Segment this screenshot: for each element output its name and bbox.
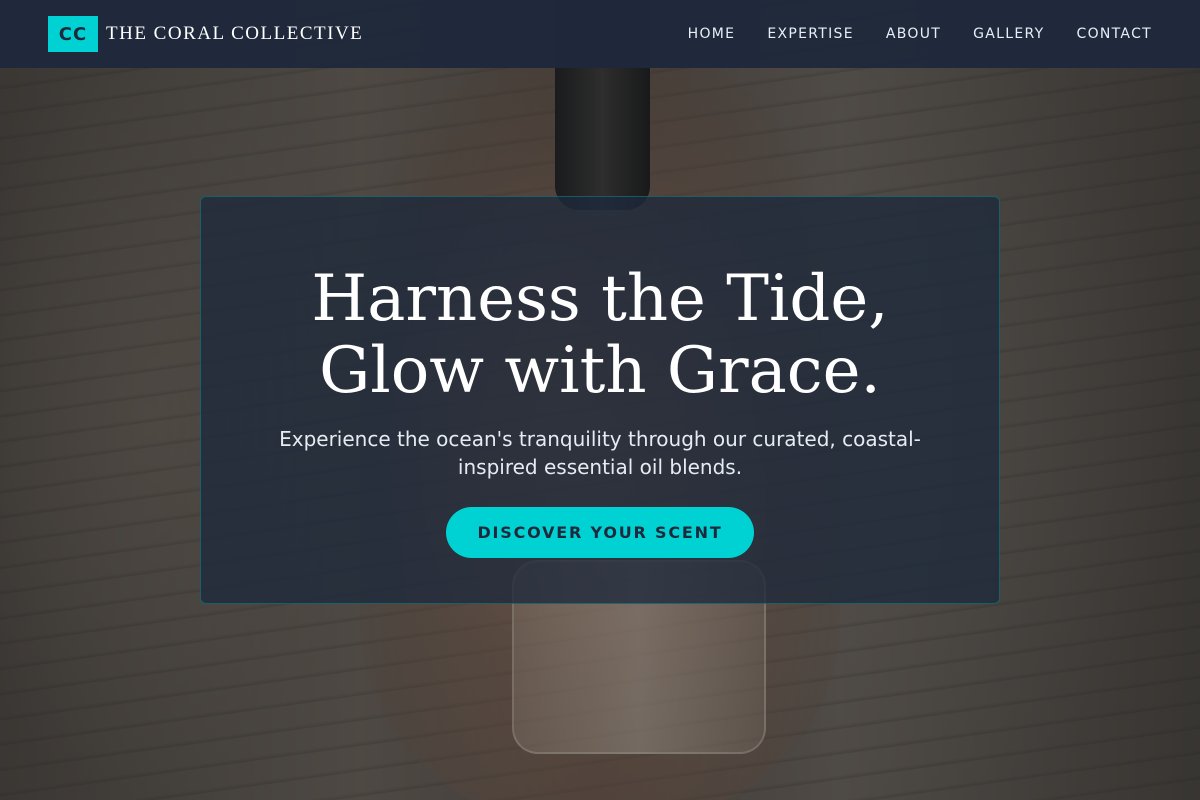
discover-your-scent-button[interactable]: DISCOVER YOUR SCENT (446, 507, 754, 558)
brand-name: THE CORAL COLLECTIVE (106, 23, 364, 44)
nav-item-about[interactable]: ABOUT (886, 26, 941, 42)
hero-card: Harness the Tide, Glow with Grace. Exper… (200, 196, 1000, 604)
nav-item-expertise[interactable]: EXPERTISE (767, 26, 854, 42)
hero-title: Harness the Tide, Glow with Grace. (240, 263, 960, 407)
brand-link[interactable]: CC THE CORAL COLLECTIVE (48, 16, 363, 52)
nav-item-gallery[interactable]: GALLERY (973, 26, 1044, 42)
hero-title-line-1: Harness the Tide, (311, 262, 889, 336)
nav-item-home[interactable]: HOME (688, 26, 736, 42)
nav-item-contact[interactable]: CONTACT (1077, 26, 1153, 42)
site-header: CC THE CORAL COLLECTIVE HOME EXPERTISE A… (0, 0, 1200, 68)
hero-subtitle: Experience the ocean's tranquility throu… (279, 427, 921, 479)
hero-title-line-2: Glow with Grace. (319, 334, 881, 408)
logo-icon: CC (48, 16, 98, 52)
main-nav: HOME EXPERTISE ABOUT GALLERY CONTACT (656, 26, 1152, 42)
